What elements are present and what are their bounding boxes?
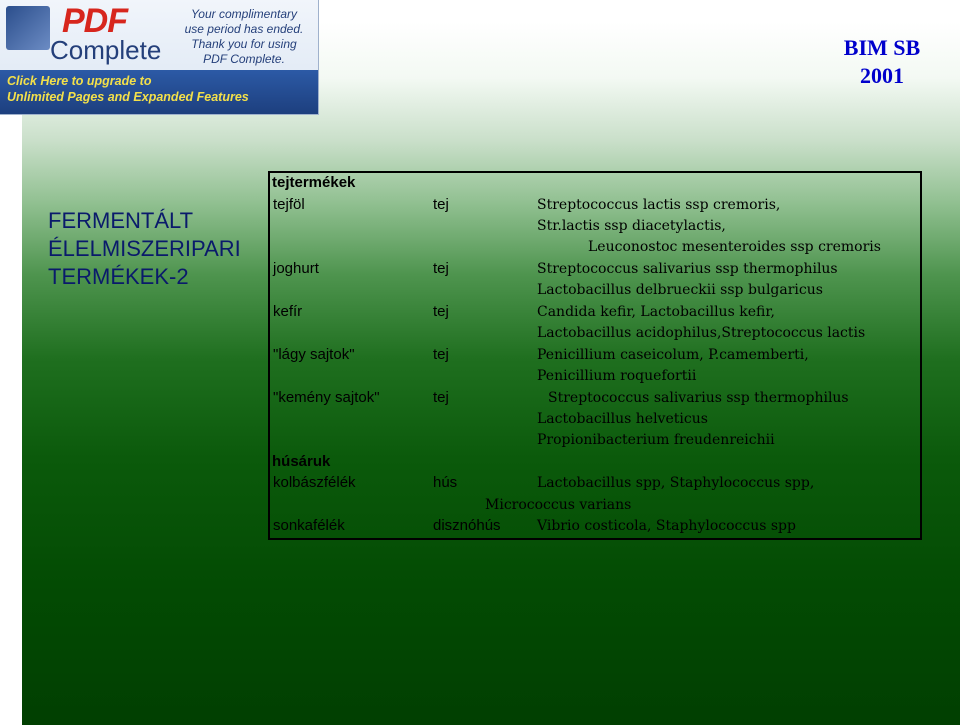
organism-line: Candida kefir, Lactobacillus kefir, [537,304,775,320]
slide-title: FERMENTÁLT ÉLELMISZERIPARI TERMÉKEK-2 [48,207,258,291]
organism-line: Leuconostoc mesenteroides ssp cremoris [588,239,881,255]
organism-line: Lactobacillus spp, Staphylococcus spp, [537,475,815,491]
raw-material-cell: tej [433,260,449,277]
organism-line: Str.lactis ssp diacetylactis, [537,218,726,234]
raw-material-cell: disznóhús [433,517,501,534]
organism-line: Propionibacterium freudenreichii [537,432,775,448]
product-cell: kefír [273,303,303,320]
organism-line: Streptococcus salivarius ssp thermophilu… [548,390,849,406]
raw-material-cell: tej [433,303,449,320]
organism-line: Penicillium roquefortii [537,368,697,384]
product-cell: joghurt [273,260,319,277]
promo-text: Your complimentary use period has ended.… [176,7,312,67]
pdf-complete-logo-icon [6,6,50,50]
organism-line: Lactobacillus acidophilus,Streptococcus … [537,325,866,341]
upgrade-line[interactable]: Click Here to upgrade to [7,73,249,89]
raw-material-cell: tej [433,389,449,406]
organism-line: Lactobacillus helveticus [537,411,708,427]
title-line: ÉLELMISZERIPARI [48,236,241,261]
product-cell: sonkafélék [273,517,345,534]
organism-line: Vibrio costicola, Staphylococcus spp [537,518,796,534]
upgrade-banner[interactable]: PDF Complete Your complimentary use peri… [0,0,319,115]
raw-material-cell: hús [433,474,458,491]
brand-complete: Complete [50,35,162,65]
org-header: BIM SB 2001 [822,34,942,90]
product-cell: "lágy sajtok" [273,346,355,363]
title-line: TERMÉKEK-2 [48,264,189,289]
promo-line: PDF Complete. [203,52,285,66]
product-cell: "kemény sajtok" [273,389,380,406]
organism-line: Lactobacillus delbrueckii ssp bulgaricus [537,282,823,298]
upgrade-link[interactable]: Click Here to upgrade to Unlimited Pages… [7,73,249,105]
section-heading: húsáruk [272,453,331,470]
promo-line: Your complimentary [190,7,298,21]
organism-line: Penicillium caseicolum, P.camemberti, [537,347,809,363]
raw-material-cell: tej [433,196,449,213]
org-year: 2001 [860,63,904,88]
organism-line: Micrococcus varians [485,497,632,513]
raw-material-cell: tej [433,346,449,363]
promo-line: Thank you for using [191,37,297,51]
org-name: BIM SB [843,35,921,60]
product-cell: kolbászfélék [273,474,356,491]
fermented-products-table: tejtermékek tejföl tej Streptococcus lac… [268,171,922,540]
promo-line: use period has ended. [184,22,304,36]
upgrade-line[interactable]: Unlimited Pages and Expanded Features [7,89,249,105]
organism-line: Streptococcus salivarius ssp thermophilu… [537,261,838,277]
brand-pdf: PDF [62,2,128,40]
section-heading: tejtermékek [272,174,356,191]
title-line: FERMENTÁLT [48,208,194,233]
product-cell: tejföl [273,196,305,213]
organism-line: Streptococcus lactis ssp cremoris, [537,197,781,213]
